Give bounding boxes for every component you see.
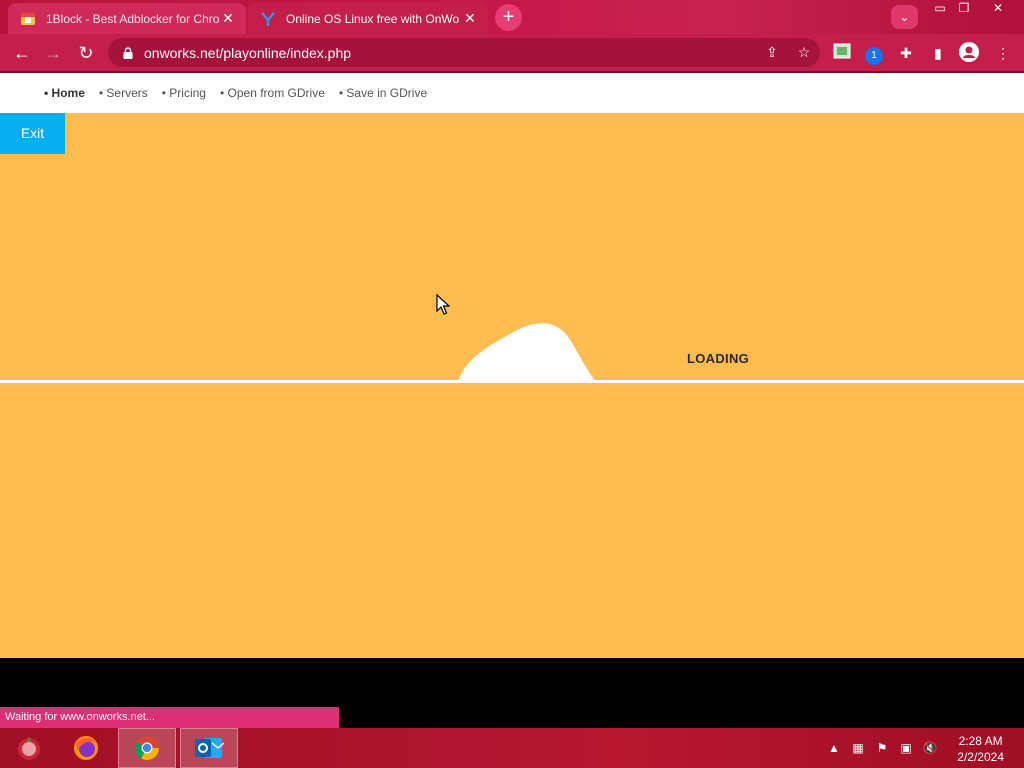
taskbar-firefox[interactable] [57, 728, 115, 768]
tab-title: 1Block - Best Adblocker for Chro [46, 11, 220, 26]
nav-pricing[interactable]: • Pricing [162, 86, 206, 100]
tab-1block[interactable]: 1Block - Best Adblocker for Chro ✕ [8, 3, 246, 34]
taskbar-outlook[interactable] [180, 728, 238, 768]
close-tab-icon[interactable]: ✕ [462, 10, 478, 27]
taskbar-chrome[interactable] [118, 728, 176, 768]
restore-button[interactable]: ❐ [953, 0, 975, 18]
onworks-y-icon [260, 11, 276, 27]
tab-onworks[interactable]: Online OS Linux free with OnWo ✕ [248, 3, 488, 34]
bookmark-star-icon[interactable]: ☆ [788, 44, 820, 61]
clock-date: 2/2/2024 [957, 750, 1004, 764]
tab-title: Online OS Linux free with OnWo [286, 11, 460, 26]
extensions-puzzle-icon[interactable]: ✚ [895, 42, 917, 64]
share-icon[interactable]: ⇪ [756, 44, 788, 61]
rainbow-block-icon [20, 11, 36, 27]
browser-toolbar: ← → ↻ onworks.net/playonline/index.php ⇪… [0, 34, 1024, 71]
chrome-icon [134, 736, 159, 761]
site-nav: • Home • Servers • Pricing • Open from G… [0, 73, 1024, 113]
extension-badge-icon[interactable]: 1 [863, 42, 885, 65]
close-tab-icon[interactable]: ✕ [220, 10, 236, 27]
tray-flag-icon[interactable]: ⚑ [874, 740, 890, 756]
minimize-button[interactable]: ▭ [929, 0, 951, 18]
new-tab-button[interactable]: + [495, 4, 522, 31]
tray-network-share-icon[interactable]: ▦ [850, 740, 866, 756]
extension-image-icon[interactable] [831, 42, 853, 64]
tray-network-icon[interactable]: ▣ [898, 740, 914, 756]
reload-button[interactable]: ↻ [73, 40, 99, 66]
taskbar-clock[interactable]: 2:28 AM 2/2/2024 [957, 733, 1004, 765]
close-window-button[interactable]: ✕ [987, 0, 1009, 18]
loading-blob-shape [458, 323, 597, 383]
nav-save-gdrive[interactable]: • Save in GDrive [339, 86, 427, 100]
emulator-stage[interactable]: Exit LOADING [0, 113, 1024, 658]
start-button[interactable] [0, 728, 58, 768]
nav-home[interactable]: • Home [44, 86, 85, 100]
start-icon [18, 736, 40, 760]
mouse-pointer-icon [436, 294, 450, 315]
tray-overflow-icon[interactable]: ▲ [826, 740, 842, 756]
menu-kebab-icon[interactable]: ⋮ [992, 42, 1014, 64]
arrow-left-icon: ← [13, 43, 31, 63]
profile-avatar-icon[interactable] [958, 42, 980, 64]
clock-time: 2:28 AM [958, 734, 1003, 748]
status-bubble: Waiting for www.onworks.net... [0, 707, 339, 728]
browser-tab-strip: 1Block - Best Adblocker for Chro ✕ Onlin… [0, 0, 1024, 34]
nav-open-gdrive[interactable]: • Open from GDrive [220, 86, 325, 100]
firefox-icon [74, 736, 98, 760]
windows-taskbar: ▲ ▦ ⚑ ▣ 🔇 2:28 AM 2/2/2024 [0, 728, 1024, 768]
url-text: onworks.net/playonline/index.php [144, 44, 352, 61]
outlook-icon [195, 738, 224, 758]
chevron-down-icon: ⌄ [899, 10, 910, 24]
tray-volume-muted-icon[interactable]: 🔇 [922, 740, 938, 756]
lock-icon [123, 46, 133, 59]
side-panel-icon[interactable]: ▮ [927, 42, 949, 64]
address-bar[interactable]: onworks.net/playonline/index.php ⇪ ☆ [108, 38, 820, 67]
back-button[interactable]: ← [9, 40, 35, 66]
reload-icon: ↻ [78, 43, 94, 63]
forward-button[interactable]: → [40, 40, 66, 66]
arrow-right-icon: → [44, 43, 62, 63]
loading-label: LOADING [687, 351, 750, 366]
exit-button[interactable]: Exit [0, 113, 65, 154]
nav-servers[interactable]: • Servers [99, 86, 148, 100]
extension-badge-count: 1 [865, 47, 883, 65]
horizon-line [0, 380, 1024, 383]
tab-search-button[interactable]: ⌄ [891, 5, 918, 29]
